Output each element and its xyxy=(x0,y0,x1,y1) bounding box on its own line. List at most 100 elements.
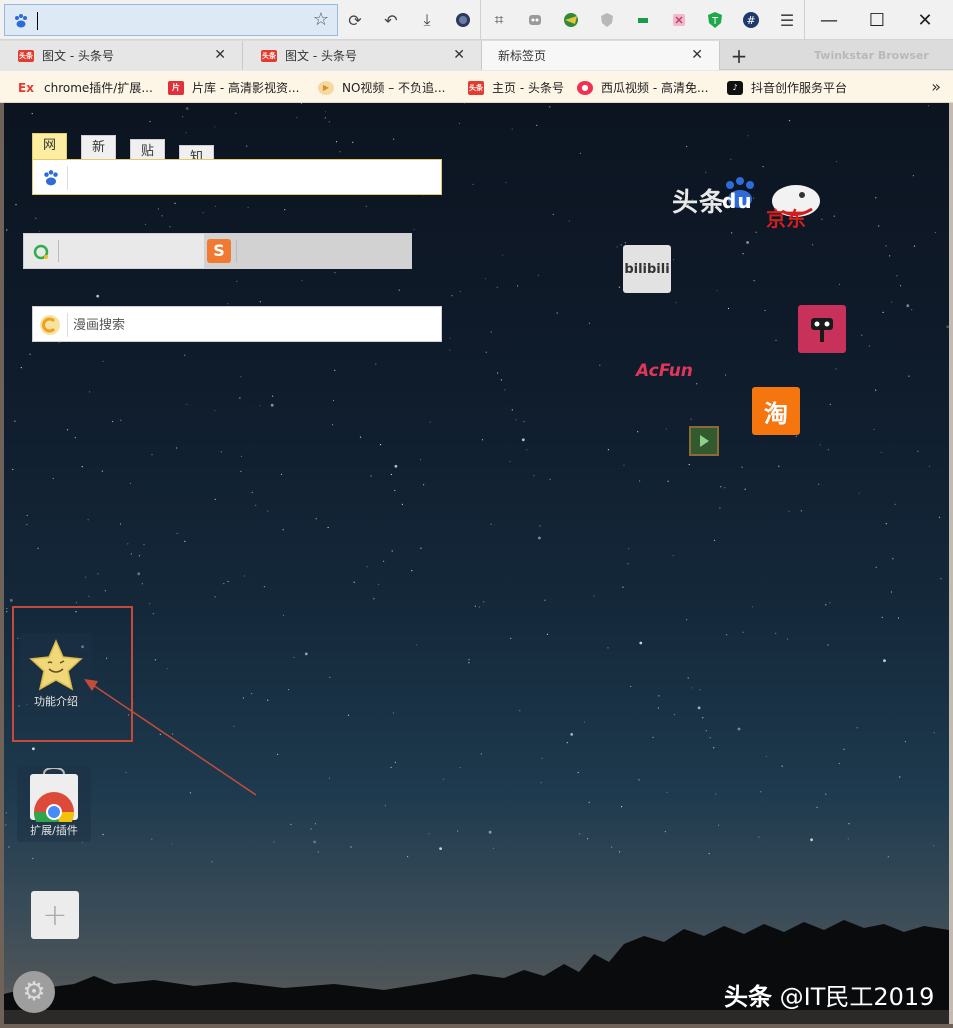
bookmark-star-icon[interactable]: ☆ xyxy=(313,10,329,30)
star-dot xyxy=(588,801,590,804)
minimize-icon[interactable]: — xyxy=(814,6,844,34)
star-dot xyxy=(255,504,257,506)
star-dot xyxy=(873,428,875,430)
extension-hash-icon[interactable]: # xyxy=(740,9,762,31)
download-icon[interactable]: ⤓ xyxy=(416,9,438,31)
bookmark-label: chrome插件/扩展... xyxy=(44,81,153,95)
tab-close-icon[interactable]: ✕ xyxy=(691,47,703,63)
star-dot xyxy=(697,706,701,710)
star-dot xyxy=(552,213,554,216)
star-dot xyxy=(243,575,246,577)
star-dot xyxy=(35,217,37,219)
tab-toutiao-1[interactable]: 头条 图文 - 头条号 ✕ xyxy=(0,41,243,70)
360-search-icon xyxy=(33,244,49,260)
star-dot xyxy=(490,523,492,525)
maximize-icon[interactable]: ☐ xyxy=(862,6,892,34)
star-dot xyxy=(691,687,693,689)
toutiao-icon: 头条 xyxy=(468,80,484,95)
add-shortcut-button[interactable]: + xyxy=(31,891,79,939)
star-dot xyxy=(664,831,666,833)
site-acfun[interactable]: AcFun xyxy=(636,361,693,381)
star-dot xyxy=(335,141,338,143)
star-dot xyxy=(568,220,570,222)
bookmark-pianku[interactable]: 片 片库 - 高清影视资... xyxy=(168,79,299,96)
bookmark-douyin[interactable]: ♪ 抖音创作服务平台 xyxy=(727,79,847,96)
star-dot xyxy=(182,116,184,118)
chrome-store-icon xyxy=(30,768,78,822)
bookmark-chrome-extensions[interactable]: Ex chrome插件/扩展... xyxy=(16,79,153,96)
feature-intro-label: 功能介绍 xyxy=(34,695,78,708)
extension-green-icon[interactable] xyxy=(632,9,654,31)
site-video-board[interactable] xyxy=(689,426,719,456)
star-dot xyxy=(184,354,186,356)
star-dot xyxy=(120,419,122,421)
extension-t-shield-icon[interactable]: T xyxy=(704,9,726,31)
star-dot xyxy=(189,792,191,794)
star-dot xyxy=(713,539,716,541)
star-dot xyxy=(875,389,877,391)
new-tab-button[interactable]: + xyxy=(726,44,752,68)
close-window-icon[interactable]: ✕ xyxy=(910,6,940,34)
tab-close-icon[interactable]: ✕ xyxy=(453,47,465,63)
star-dot xyxy=(472,183,474,185)
svg-text:T: T xyxy=(711,16,719,27)
extension-earth-icon[interactable] xyxy=(560,9,582,31)
bookmark-label: 片库 - 高清影视资... xyxy=(192,81,300,95)
refresh-icon[interactable]: ⟳ xyxy=(344,9,366,31)
tab-close-icon[interactable]: ✕ xyxy=(214,47,226,63)
site-bilibili[interactable]: bilibili xyxy=(623,245,671,293)
extension-pink-icon[interactable] xyxy=(668,9,690,31)
star-dot xyxy=(392,712,394,714)
star-dot xyxy=(751,606,754,608)
star-dot xyxy=(251,693,253,695)
star-dot xyxy=(449,337,451,339)
star-dot xyxy=(174,202,176,204)
tab-zhidao[interactable]: 知道 xyxy=(179,145,215,159)
star-dot xyxy=(149,603,151,605)
star-dot xyxy=(324,111,327,113)
extensions-button[interactable]: 扩展/插件 xyxy=(17,766,91,842)
toolbar: ☆ ⟳ ↶ ⤓ ⌗ T # ☰ — ☐ ✕ xyxy=(0,0,953,40)
site-tmall[interactable] xyxy=(798,305,846,353)
tab-toutiao-2[interactable]: 头条 图文 - 头条号 ✕ xyxy=(243,41,482,70)
play-board-icon xyxy=(700,435,709,447)
star-dot xyxy=(686,145,688,148)
star-dot xyxy=(500,379,502,381)
tab-new-tab[interactable]: 新标签页 ✕ xyxy=(482,41,720,70)
star-dot xyxy=(468,662,470,664)
address-bar[interactable]: ☆ xyxy=(4,4,338,36)
site-taobao[interactable]: 淘 xyxy=(752,387,800,435)
extension-shield-icon[interactable] xyxy=(596,9,618,31)
star-dot xyxy=(666,791,668,793)
star-dot xyxy=(836,161,838,163)
bookmark-no-video[interactable]: ▶ NO视频 – 不负追... xyxy=(318,79,446,96)
star-dot xyxy=(882,311,884,313)
undo-icon[interactable]: ↶ xyxy=(380,9,402,31)
tab-news[interactable]: 新闻 xyxy=(81,135,117,179)
menu-icon[interactable]: ☰ xyxy=(776,9,798,31)
star-dot xyxy=(14,420,16,422)
star-dot xyxy=(457,830,459,832)
feature-intro-button[interactable]: 功能介绍 xyxy=(20,633,92,713)
baidu-search-input[interactable] xyxy=(32,159,442,195)
crop-icon[interactable]: ⌗ xyxy=(488,9,510,31)
star-dot xyxy=(788,510,790,512)
star-dot xyxy=(214,410,216,412)
settings-gear-icon[interactable]: ⚙ xyxy=(13,971,55,1013)
manhua-search-input[interactable] xyxy=(73,313,433,337)
star-dot xyxy=(26,514,28,516)
bookmark-toutiao-home[interactable]: 头条 主页 - 头条号 xyxy=(468,79,564,96)
star-dot xyxy=(688,463,690,466)
star-dot xyxy=(890,591,893,593)
dual-search-bar[interactable]: S xyxy=(23,233,412,269)
bookmark-xigua[interactable]: ● 西瓜视频 - 高清免... xyxy=(577,79,708,96)
star-dot xyxy=(411,570,413,572)
tab-web[interactable]: 网页 xyxy=(32,133,68,177)
bookmarks-overflow-icon[interactable]: » xyxy=(931,77,941,96)
star-dot xyxy=(742,631,744,633)
star-dot xyxy=(267,510,269,512)
site-jd[interactable]: 京东 xyxy=(766,203,806,232)
extension-ghost-icon[interactable] xyxy=(524,9,546,31)
globe-icon[interactable] xyxy=(452,9,474,31)
star-dot xyxy=(819,444,822,446)
